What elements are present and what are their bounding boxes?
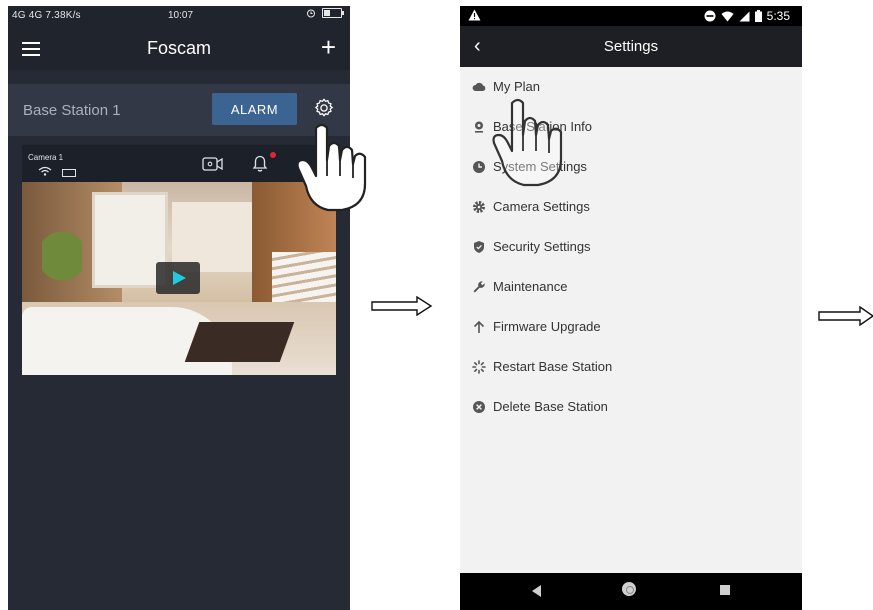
nav-recent-apps-icon[interactable] (720, 585, 730, 595)
notification-bell-icon[interactable] (250, 153, 270, 173)
camera-preview-image[interactable] (22, 182, 336, 375)
app-header: Foscam + (8, 26, 350, 70)
settings-item-delete-base-station[interactable]: Delete Base Station (460, 387, 802, 426)
cell-signal-icon (739, 11, 750, 21)
signal-text: 4G 4G 7.38K/s (12, 10, 81, 21)
settings-item-maintenance[interactable]: Maintenance (460, 267, 802, 306)
battery-icon (754, 10, 762, 22)
record-video-icon[interactable] (202, 156, 224, 172)
play-button[interactable] (156, 262, 200, 294)
camera-toolbar: Camera 1 (22, 145, 336, 182)
settings-header: ‹ Settings (460, 26, 802, 67)
shield-icon (474, 241, 484, 253)
status-time: 5:35 (766, 9, 790, 23)
app-title: Foscam (146, 38, 211, 58)
settings-gear-icon[interactable] (313, 97, 335, 119)
settings-item-label: Maintenance (493, 279, 568, 294)
clock-icon (473, 161, 485, 173)
settings-item-label: My Plan (493, 79, 540, 94)
notification-dot (270, 152, 276, 158)
battery-icon (322, 8, 344, 18)
add-device-button[interactable]: + (321, 34, 336, 60)
settings-item-system-settings[interactable]: System Settings (460, 147, 802, 186)
status-bar: 5:35 (460, 6, 802, 26)
settings-item-label: Firmware Upgrade (493, 319, 601, 334)
android-nav-bar (460, 573, 802, 610)
page-title: Settings (603, 38, 659, 55)
wifi-icon (721, 11, 734, 21)
settings-item-label: Delete Base Station (493, 399, 608, 414)
warning-icon (468, 9, 481, 21)
settings-item-base-station-info[interactable]: Base Station Info (460, 107, 802, 146)
settings-item-label: Camera Settings (493, 199, 590, 214)
status-time: 10:07 (168, 10, 194, 21)
nav-back-icon[interactable] (532, 585, 541, 597)
delete-circle-icon (473, 401, 485, 413)
settings-item-label: System Settings (493, 159, 587, 174)
settings-item-restart-base-station[interactable]: Restart Base Station (460, 347, 802, 386)
flow-arrow-icon (371, 296, 433, 316)
wrench-icon (473, 281, 485, 293)
status-bar: 4G 4G 7.38K/s 10:07 (8, 6, 350, 26)
gear-icon (473, 201, 485, 213)
alarm-button[interactable]: ALARM (212, 93, 297, 125)
nav-home-icon[interactable] (622, 582, 636, 596)
arrow-up-icon (473, 320, 485, 333)
flow-arrow-icon (818, 306, 873, 326)
camera-name: Camera 1 (28, 153, 64, 162)
foscam-app-screen: 4G 4G 7.38K/s 10:07 Foscam + Base Statio… (8, 6, 350, 610)
settings-item-label: Security Settings (493, 239, 591, 254)
settings-item-label: Restart Base Station (493, 359, 613, 374)
cloud-icon (472, 82, 486, 91)
camera-card: Camera 1 (22, 145, 336, 375)
settings-item-firmware-upgrade[interactable]: Firmware Upgrade (460, 307, 802, 346)
settings-item-security-settings[interactable]: Security Settings (460, 227, 802, 266)
settings-item-label: Base Station Info (493, 119, 593, 134)
settings-screen: 5:35 ‹ Settings My Plan Base Station Inf… (460, 6, 802, 610)
camera-battery-icon (62, 169, 76, 177)
wifi-icon (38, 166, 52, 176)
do-not-disturb-icon (704, 10, 716, 22)
settings-item-my-plan[interactable]: My Plan (460, 67, 802, 106)
base-station-row: Base Station 1 ALARM (8, 84, 350, 136)
alarm-clock-icon (307, 9, 315, 18)
base-station-icon (475, 121, 483, 133)
base-station-name: Base Station 1 (23, 102, 121, 119)
spinner-icon (472, 360, 486, 374)
settings-item-camera-settings[interactable]: Camera Settings (460, 187, 802, 226)
